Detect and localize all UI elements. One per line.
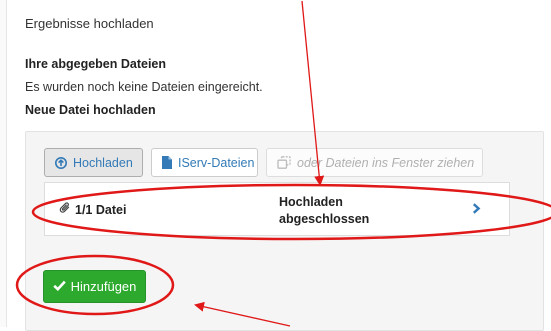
upload-panel: Hochladen IServ-Dateien oder Dateien ins… bbox=[25, 131, 544, 331]
upload-button-label: Hochladen bbox=[73, 155, 133, 170]
file-count: 1/1 Datei bbox=[59, 202, 126, 217]
upload-status-line-1: Hochladen bbox=[279, 195, 343, 209]
drop-zone-button: oder Dateien ins Fenster ziehen bbox=[266, 148, 483, 177]
paperclip-icon bbox=[59, 202, 71, 217]
upload-button[interactable]: Hochladen bbox=[44, 148, 143, 177]
add-button[interactable]: Hinzufügen bbox=[43, 270, 146, 303]
left-border bbox=[0, 0, 7, 327]
iserv-files-button[interactable]: IServ-Dateien bbox=[151, 148, 258, 177]
no-files-text: Es wurden noch keine Dateien eingereicht… bbox=[25, 80, 263, 94]
new-file-heading: Neue Datei hochladen bbox=[25, 103, 156, 117]
uploaded-file-row[interactable]: 1/1 Datei Hochladen abgeschlossen bbox=[44, 182, 510, 236]
copy-icon bbox=[277, 156, 291, 169]
section-title: Ergebnisse hochladen bbox=[25, 16, 154, 31]
iserv-files-label: IServ-Dateien bbox=[178, 155, 255, 170]
drop-zone-label: oder Dateien ins Fenster ziehen bbox=[297, 155, 475, 170]
upload-toolbar: Hochladen IServ-Dateien oder Dateien ins… bbox=[44, 148, 483, 177]
upload-status-line-2: abgeschlossen bbox=[279, 212, 370, 226]
arrow-circle-up-icon bbox=[55, 156, 67, 169]
submitted-files-heading: Ihre abgegeben Dateien bbox=[25, 57, 167, 71]
file-icon bbox=[162, 156, 172, 169]
file-count-label: 1/1 Datei bbox=[75, 202, 127, 217]
check-icon bbox=[52, 279, 66, 294]
chevron-right-icon[interactable] bbox=[472, 203, 481, 217]
add-button-label: Hinzufügen bbox=[70, 279, 137, 294]
upload-status: Hochladen abgeschlossen bbox=[279, 194, 389, 228]
